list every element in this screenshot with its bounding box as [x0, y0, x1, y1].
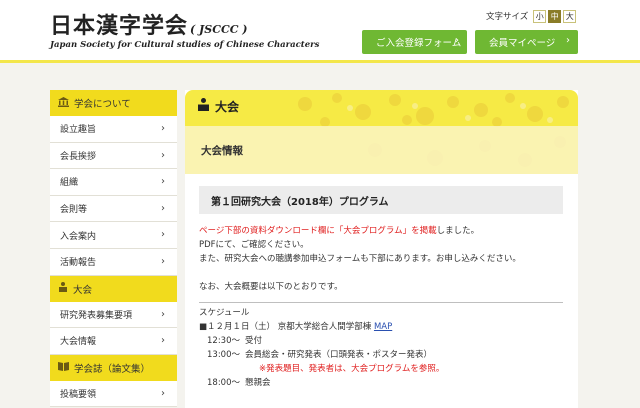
font-size-large-button[interactable]: 大 [563, 9, 577, 23]
book-icon [58, 361, 69, 374]
sidebar-item-label: 大会情報 [60, 337, 97, 348]
sidebar-nav: 学会について 設立趣旨 › 会長挨拶 › 組織 › 会則等 › 入会案内 › 活動報告 › … [50, 90, 177, 408]
schedule-time: 13:00～ [207, 350, 240, 360]
font-size-medium-button[interactable]: 中 [548, 9, 562, 23]
schedule-time: 18:00～ [207, 378, 240, 388]
intro-line: ページ下部の資料ダウンロード欄に「大会プログラム」を掲載しました。 [199, 224, 563, 238]
chevron-right-icon: › [161, 255, 165, 267]
chevron-right-icon: › [161, 308, 165, 320]
schedule-label: スケジュール [199, 308, 250, 318]
register-form-button[interactable]: ご入会登録フォーム › [362, 30, 467, 54]
sidebar-item-reports[interactable]: 活動報告 › [50, 248, 177, 276]
font-size-label: 文字サイズ [486, 12, 529, 22]
site-title: 日本漢字学会 [50, 13, 189, 39]
article-body: 第１回研究大会（2018年）プログラム ページ下部の資料ダウンロード欄に「大会プ… [199, 186, 563, 390]
page-banner: 大会 大会情報 [185, 90, 578, 174]
notice-text: ページ下部の資料ダウンロード欄に「大会プログラム」を掲載 [199, 226, 437, 236]
pdf-line: PDFにて、ご確認ください。 [199, 240, 309, 250]
chevron-right-icon: › [161, 123, 165, 134]
sidebar-item-conference-info[interactable]: 大会情報 › [50, 328, 177, 355]
site-header: 日本漢字学会( JSCCC ) Japan Society for Cultur… [0, 0, 640, 63]
sidebar-heading-journal: 学会誌（論文集） [50, 354, 177, 381]
sidebar-item-label: 入会案内 [60, 231, 97, 242]
sidebar-item-organization[interactable]: 組織 › [50, 169, 177, 196]
map-link[interactable]: MAP [374, 322, 392, 332]
chevron-right-icon: › [161, 176, 165, 188]
speaker-podium-icon [58, 282, 68, 295]
sidebar-item-label: 会長挨拶 [60, 151, 97, 162]
page-title-label: 大会 [215, 99, 240, 114]
member-mypage-label: 会員マイページ [489, 38, 556, 49]
sidebar-heading-conference: 大会 [50, 275, 177, 302]
sidebar-heading-label: 大会 [73, 284, 93, 296]
institution-icon [58, 96, 69, 110]
sidebar-heading-label: 学会誌（論文集） [74, 363, 151, 375]
chevron-right-icon: › [161, 229, 165, 241]
schedule-row: 18:00～ 懇親会 [199, 376, 563, 390]
chevron-right-icon: › [161, 149, 165, 161]
font-size-switcher: 文字サイズ 小 中 大 [486, 9, 577, 23]
schedule-row: 13:00～ 会員総会・研究発表（口頭発表・ポスター発表） [199, 348, 563, 362]
sidebar-item-bylaws[interactable]: 会則等 › [50, 195, 177, 223]
page-subtitle: 大会情報 [185, 126, 578, 174]
sidebar-item-greeting[interactable]: 会長挨拶 › [50, 142, 177, 170]
schedule-text: 会員総会・研究発表（口頭発表・ポスター発表） [245, 350, 433, 360]
sidebar-item-submission-guide[interactable]: 投稿要領 › [50, 380, 177, 408]
schedule-date: ■１２月１日（土） 京都大学総合人間学部棟 [199, 322, 372, 332]
sidebar-item-label: 活動報告 [60, 258, 97, 269]
font-size-small-button[interactable]: 小 [533, 9, 547, 23]
chevron-right-icon: › [161, 335, 165, 347]
sidebar-heading-about: 学会について [50, 90, 177, 116]
schedule-date-line: ■１２月１日（土） 京都大学総合人間学部棟 MAP [199, 320, 563, 334]
sidebar-item-label: 投稿要領 [60, 390, 97, 401]
sidebar-item-label: 会則等 [60, 205, 88, 216]
schedule-time: 12:30～ [207, 336, 240, 346]
chevron-right-icon: › [566, 35, 570, 46]
sidebar-item-purpose[interactable]: 設立趣旨 › [50, 116, 177, 143]
sidebar-heading-label: 学会について [74, 99, 131, 110]
chevron-right-icon: › [455, 35, 459, 46]
sidebar-item-label: 設立趣旨 [60, 125, 97, 136]
form-line: また、研究大会への聴講参加申込フォームも下部にあります。お申し込みください。 [199, 254, 521, 264]
intro-rest: しました。 [436, 226, 480, 236]
site-title-abbr: ( JSCCC ) [190, 23, 248, 36]
sidebar-item-membership[interactable]: 入会案内 › [50, 222, 177, 249]
page-title: 大会 [197, 95, 239, 117]
register-form-label: ご入会登録フォーム [376, 38, 462, 49]
summary-line: なお、大会概要は以下のとおりです。 [199, 282, 343, 292]
chevron-right-icon: › [161, 202, 165, 214]
schedule-text: 受付 [245, 336, 263, 346]
schedule-row: 12:30～ 受付 [199, 334, 563, 348]
chevron-right-icon: › [161, 387, 165, 399]
main-content: 大会 大会情報 第１回研究大会（2018年）プログラム ページ下部の資料ダウンロ… [185, 90, 578, 408]
schedule-note: ※発表題目、発表者は、大会プログラムを参照。 [259, 364, 445, 374]
schedule-text: 懇親会 [245, 378, 271, 388]
sidebar-item-label: 研究発表募集要項 [60, 310, 133, 321]
sidebar-item-label: 組織 [60, 178, 79, 189]
speaker-podium-icon [197, 97, 210, 115]
site-subtitle: Japan Society for Cultural studies of Ch… [50, 40, 320, 50]
sidebar-item-call-for-papers[interactable]: 研究発表募集要項 › [50, 301, 177, 329]
program-heading: 第１回研究大会（2018年）プログラム [199, 186, 563, 214]
member-mypage-button[interactable]: 会員マイページ › [475, 30, 578, 54]
site-logo[interactable]: 日本漢字学会( JSCCC ) [50, 8, 248, 40]
